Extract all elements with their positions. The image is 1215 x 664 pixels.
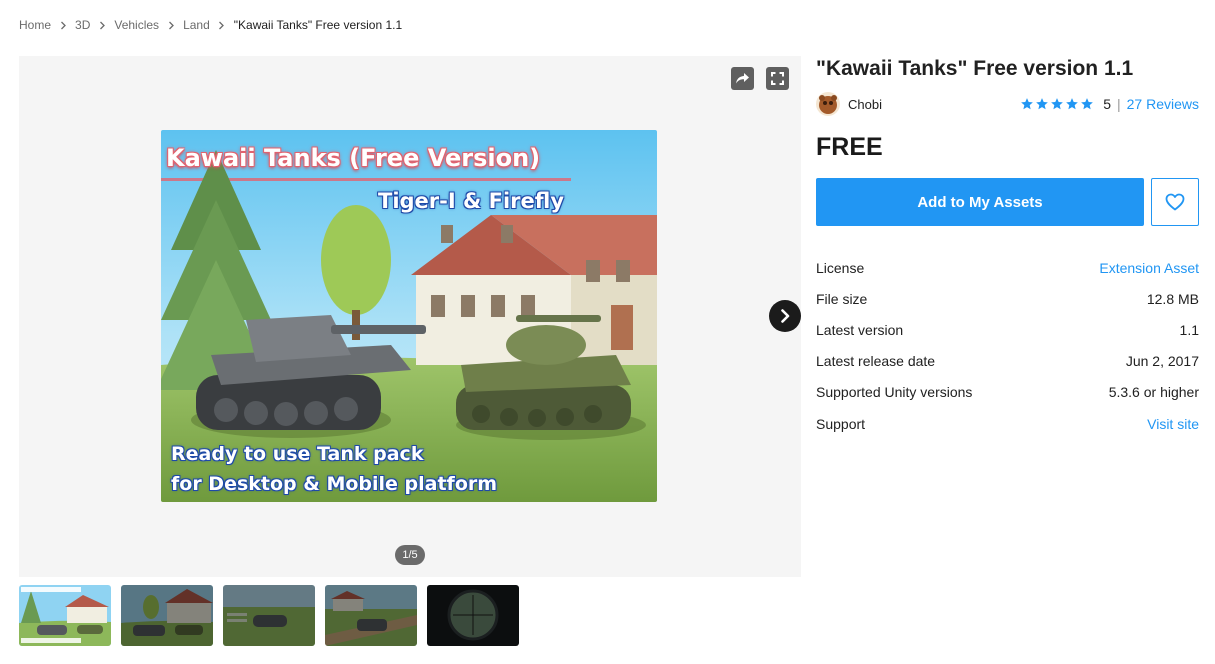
share-icon — [736, 73, 749, 84]
product-info: "Kawaii Tanks" Free version 1.1 Chobi 5 … — [816, 56, 1199, 440]
detail-row: Supported Unity versions 5.3.6 or higher — [816, 376, 1199, 407]
purchase-actions: Add to My Assets — [816, 178, 1199, 226]
detail-row: File size 12.8 MB — [816, 283, 1199, 314]
detail-row: Latest release date Jun 2, 2017 — [816, 345, 1199, 376]
thumbnail-4[interactable] — [325, 585, 417, 646]
thumbnail-2[interactable] — [121, 585, 213, 646]
star-icon — [1081, 98, 1094, 110]
detail-label: Supported Unity versions — [816, 383, 973, 400]
hero-subtitle: Tiger-I & Firefly — [378, 189, 565, 213]
next-image-button[interactable] — [769, 300, 801, 332]
detail-value: 5.3.6 or higher — [1108, 383, 1199, 400]
detail-row: License Extension Asset — [816, 252, 1199, 283]
thumbnail-strip — [19, 585, 519, 646]
chevron-right-icon — [55, 17, 71, 33]
detail-row: Support Visit site — [816, 407, 1199, 440]
detail-value: 12.8 MB — [1146, 290, 1199, 307]
detail-link[interactable]: Extension Asset — [1099, 260, 1199, 276]
breadcrumb-current: "Kawaii Tanks" Free version 1.1 — [233, 18, 403, 32]
detail-value: Jun 2, 2017 — [1125, 352, 1199, 369]
price: FREE — [816, 133, 883, 161]
thumbnail-1[interactable] — [19, 585, 111, 646]
detail-label: File size — [816, 290, 868, 307]
detail-label: Support — [816, 415, 866, 432]
rating-divider: | — [1116, 96, 1121, 112]
rating-value: 5 — [1103, 96, 1111, 112]
detail-value: 1.1 — [1179, 321, 1199, 338]
share-button[interactable] — [731, 67, 754, 90]
rating-stars — [1020, 97, 1094, 111]
favorite-button[interactable] — [1151, 178, 1199, 226]
hero-image: Kawaii Tanks (Free Version) Tiger-I & Fi… — [161, 130, 657, 502]
chevron-right-icon — [94, 17, 110, 33]
reviews-link[interactable]: 27 Reviews — [1127, 96, 1199, 112]
fullscreen-button[interactable] — [766, 67, 789, 90]
rating: 5 | 27 Reviews — [1020, 96, 1199, 112]
thumbnail-3[interactable] — [223, 585, 315, 646]
breadcrumb-vehicles[interactable]: Vehicles — [114, 18, 159, 32]
fullscreen-icon — [771, 72, 784, 85]
image-viewer: Kawaii Tanks (Free Version) Tiger-I & Fi… — [19, 56, 801, 577]
product-details: License Extension Asset File size 12.8 MB La… — [816, 252, 1199, 440]
detail-label: Latest version — [816, 321, 904, 338]
breadcrumb-3d[interactable]: 3D — [75, 18, 90, 32]
hero-caption-line-1: Ready to use Tank pack — [171, 443, 424, 465]
chevron-right-icon — [214, 17, 230, 33]
heart-icon — [1165, 193, 1185, 211]
avatar — [816, 92, 840, 116]
detail-row: Latest version 1.1 — [816, 314, 1199, 345]
detail-link[interactable]: Visit site — [1147, 416, 1199, 432]
add-to-my-assets-button[interactable]: Add to My Assets — [816, 178, 1144, 226]
publisher-link[interactable]: Chobi — [816, 92, 882, 116]
chevron-right-icon — [163, 17, 179, 33]
star-icon — [1021, 98, 1034, 110]
hero-title: Kawaii Tanks (Free Version) — [166, 144, 541, 172]
hero-caption-line-2: for Desktop & Mobile platform — [171, 473, 498, 495]
publisher-name: Chobi — [848, 96, 882, 112]
breadcrumb-land[interactable]: Land — [183, 18, 210, 32]
detail-label: Latest release date — [816, 352, 936, 369]
breadcrumb: Home 3D Vehicles Land "Kawaii Tanks" Fre… — [19, 17, 402, 33]
product-meta: Chobi 5 | 27 Reviews — [816, 92, 1199, 116]
star-icon — [1036, 98, 1049, 110]
chevron-right-icon — [781, 309, 790, 323]
breadcrumb-home[interactable]: Home — [19, 18, 51, 32]
product-title: "Kawaii Tanks" Free version 1.1 — [816, 57, 1134, 80]
thumbnail-5[interactable] — [427, 585, 519, 646]
image-counter: 1/5 — [395, 545, 425, 565]
detail-label: License — [816, 259, 865, 276]
star-icon — [1051, 98, 1064, 110]
star-icon — [1066, 98, 1079, 110]
